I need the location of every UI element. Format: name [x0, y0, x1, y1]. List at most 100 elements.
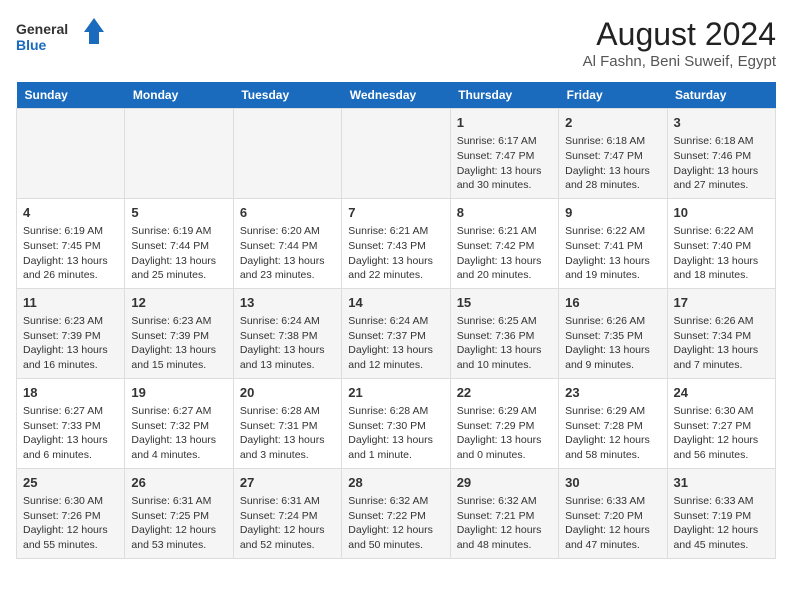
calendar-cell: 18Sunrise: 6:27 AM Sunset: 7:33 PM Dayli…	[17, 378, 125, 468]
calendar-cell: 15Sunrise: 6:25 AM Sunset: 7:36 PM Dayli…	[450, 288, 558, 378]
calendar-cell: 8Sunrise: 6:21 AM Sunset: 7:42 PM Daylig…	[450, 198, 558, 288]
calendar-cell	[233, 109, 341, 199]
day-info: Sunrise: 6:30 AM Sunset: 7:26 PM Dayligh…	[23, 494, 118, 553]
day-number: 3	[674, 114, 769, 132]
calendar-cell: 28 Sunrise: 6:32 AM Sunset: 7:22 PM Dayli…	[342, 468, 450, 558]
calendar-cell: 29 Sunrise: 6:32 AM Sunset: 7:21 PM Dayli…	[450, 468, 558, 558]
calendar-cell: 17 Sunrise: 6:26 AM Sunset: 7:34 PM Dayli…	[667, 288, 775, 378]
calendar-cell: 11 Sunrise: 6:23 AM Sunset: 7:39 PM Dayli…	[17, 288, 125, 378]
calendar-cell: 21 Sunrise: 6:28 AM Sunset: 7:30 PM Dayli…	[342, 378, 450, 468]
day-number: 10	[674, 204, 769, 222]
day-number: 25	[23, 474, 118, 492]
day-number: 20	[240, 384, 335, 402]
calendar-cell: 20 Sunrise: 6:28 AM Sunset: 7:31 PM Dayli…	[233, 378, 341, 468]
weekday-header: Wednesday	[342, 82, 450, 109]
day-info: Sunrise: 6:30 AM Sunset: 7:27 PM Dayligh…	[674, 404, 769, 463]
day-number: 21	[348, 384, 443, 402]
weekday-header-row: SundayMondayTuesdayWednesdayThursdayFrid…	[17, 82, 776, 109]
day-info: Sunrise: 6:21 AM Sunset: 7:43 PM Dayligh…	[348, 224, 443, 283]
day-info: Sunrise: 6:32 AM Sunset: 7:22 PM Dayligh…	[348, 494, 443, 553]
day-info: Sunrise: 6:20 AM Sunset: 7:44 PM Dayligh…	[240, 224, 335, 283]
calendar-cell: 2 Sunrise: 6:18 AM Sunset: 7:47 PM Daylig…	[559, 109, 667, 199]
calendar-cell: 19 Sunrise: 6:27 AM Sunset: 7:32 PM Dayli…	[125, 378, 233, 468]
day-info: Sunrise: 6:19 AM Sunset: 7:44 PM Dayligh…	[131, 224, 226, 283]
day-info: Sunrise: 6:28 AM Sunset: 7:31 PM Dayligh…	[240, 404, 335, 463]
calendar-cell: 30 Sunrise: 6:33 AM Sunset: 7:20 PM Dayli…	[559, 468, 667, 558]
day-number: 13	[240, 294, 335, 312]
calendar-week-row: 18Sunrise: 6:27 AM Sunset: 7:33 PM Dayli…	[17, 378, 776, 468]
day-info: Sunrise: 6:31 AM Sunset: 7:25 PM Dayligh…	[131, 494, 226, 553]
logo-svg: General Blue	[16, 16, 106, 56]
weekday-header: Friday	[559, 82, 667, 109]
title-area: August 2024 Al Fashn, Beni Suweif, Egypt	[583, 16, 776, 70]
day-info: Sunrise: 6:27 AM Sunset: 7:33 PM Dayligh…	[23, 404, 118, 463]
svg-text:General: General	[16, 21, 68, 37]
day-number: 1	[457, 114, 552, 132]
day-number: 19	[131, 384, 226, 402]
day-info: Sunrise: 6:24 AM Sunset: 7:37 PM Dayligh…	[348, 314, 443, 373]
calendar-cell: 25 Sunrise: 6:30 AM Sunset: 7:26 PM Dayli…	[17, 468, 125, 558]
day-number: 11	[23, 294, 118, 312]
day-info: Sunrise: 6:27 AM Sunset: 7:32 PM Dayligh…	[131, 404, 226, 463]
weekday-header: Tuesday	[233, 82, 341, 109]
calendar-cell: 26 Sunrise: 6:31 AM Sunset: 7:25 PM Dayli…	[125, 468, 233, 558]
day-info: Sunrise: 6:29 AM Sunset: 7:28 PM Dayligh…	[565, 404, 660, 463]
day-number: 29	[457, 474, 552, 492]
calendar-cell	[17, 109, 125, 199]
day-info: Sunrise: 6:29 AM Sunset: 7:29 PM Dayligh…	[457, 404, 552, 463]
calendar-cell: 6 Sunrise: 6:20 AM Sunset: 7:44 PM Daylig…	[233, 198, 341, 288]
calendar-cell: 13 Sunrise: 6:24 AM Sunset: 7:38 PM Dayli…	[233, 288, 341, 378]
day-number: 12	[131, 294, 226, 312]
day-number: 15	[457, 294, 552, 312]
weekday-header: Saturday	[667, 82, 775, 109]
day-number: 17	[674, 294, 769, 312]
day-info: Sunrise: 6:26 AM Sunset: 7:34 PM Dayligh…	[674, 314, 769, 373]
calendar-cell: 23Sunrise: 6:29 AM Sunset: 7:28 PM Dayli…	[559, 378, 667, 468]
day-info: Sunrise: 6:32 AM Sunset: 7:21 PM Dayligh…	[457, 494, 552, 553]
calendar-cell: 16Sunrise: 6:26 AM Sunset: 7:35 PM Dayli…	[559, 288, 667, 378]
calendar-cell: 10 Sunrise: 6:22 AM Sunset: 7:40 PM Dayli…	[667, 198, 775, 288]
day-info: Sunrise: 6:17 AM Sunset: 7:47 PM Dayligh…	[457, 134, 552, 193]
day-info: Sunrise: 6:22 AM Sunset: 7:40 PM Dayligh…	[674, 224, 769, 283]
day-number: 26	[131, 474, 226, 492]
day-number: 5	[131, 204, 226, 222]
calendar-week-row: 4 Sunrise: 6:19 AM Sunset: 7:45 PM Daylig…	[17, 198, 776, 288]
day-info: Sunrise: 6:28 AM Sunset: 7:30 PM Dayligh…	[348, 404, 443, 463]
calendar-table: SundayMondayTuesdayWednesdayThursdayFrid…	[16, 82, 776, 559]
day-number: 2	[565, 114, 660, 132]
day-info: Sunrise: 6:31 AM Sunset: 7:24 PM Dayligh…	[240, 494, 335, 553]
main-title: August 2024	[583, 16, 776, 53]
calendar-week-row: 1 Sunrise: 6:17 AM Sunset: 7:47 PM Daylig…	[17, 109, 776, 199]
calendar-cell: 24Sunrise: 6:30 AM Sunset: 7:27 PM Dayli…	[667, 378, 775, 468]
calendar-cell: 14 Sunrise: 6:24 AM Sunset: 7:37 PM Dayli…	[342, 288, 450, 378]
day-number: 4	[23, 204, 118, 222]
day-number: 8	[457, 204, 552, 222]
weekday-header: Sunday	[17, 82, 125, 109]
day-number: 30	[565, 474, 660, 492]
calendar-cell: 7Sunrise: 6:21 AM Sunset: 7:43 PM Daylig…	[342, 198, 450, 288]
day-number: 9	[565, 204, 660, 222]
calendar-cell: 31 Sunrise: 6:33 AM Sunset: 7:19 PM Dayli…	[667, 468, 775, 558]
day-info: Sunrise: 6:18 AM Sunset: 7:46 PM Dayligh…	[674, 134, 769, 193]
header: General Blue August 2024 Al Fashn, Beni …	[16, 16, 776, 70]
calendar-cell: 5 Sunrise: 6:19 AM Sunset: 7:44 PM Daylig…	[125, 198, 233, 288]
day-number: 6	[240, 204, 335, 222]
calendar-cell: 12Sunrise: 6:23 AM Sunset: 7:39 PM Dayli…	[125, 288, 233, 378]
day-number: 28	[348, 474, 443, 492]
logo: General Blue	[16, 16, 106, 56]
day-info: Sunrise: 6:22 AM Sunset: 7:41 PM Dayligh…	[565, 224, 660, 283]
day-number: 14	[348, 294, 443, 312]
day-info: Sunrise: 6:23 AM Sunset: 7:39 PM Dayligh…	[23, 314, 118, 373]
calendar-week-row: 25 Sunrise: 6:30 AM Sunset: 7:26 PM Dayli…	[17, 468, 776, 558]
day-info: Sunrise: 6:33 AM Sunset: 7:20 PM Dayligh…	[565, 494, 660, 553]
calendar-cell: 9 Sunrise: 6:22 AM Sunset: 7:41 PM Daylig…	[559, 198, 667, 288]
svg-text:Blue: Blue	[16, 37, 47, 53]
day-info: Sunrise: 6:33 AM Sunset: 7:19 PM Dayligh…	[674, 494, 769, 553]
day-number: 31	[674, 474, 769, 492]
subtitle: Al Fashn, Beni Suweif, Egypt	[583, 53, 776, 70]
day-number: 27	[240, 474, 335, 492]
day-info: Sunrise: 6:24 AM Sunset: 7:38 PM Dayligh…	[240, 314, 335, 373]
calendar-cell: 1 Sunrise: 6:17 AM Sunset: 7:47 PM Daylig…	[450, 109, 558, 199]
day-info: Sunrise: 6:18 AM Sunset: 7:47 PM Dayligh…	[565, 134, 660, 193]
day-info: Sunrise: 6:19 AM Sunset: 7:45 PM Dayligh…	[23, 224, 118, 283]
